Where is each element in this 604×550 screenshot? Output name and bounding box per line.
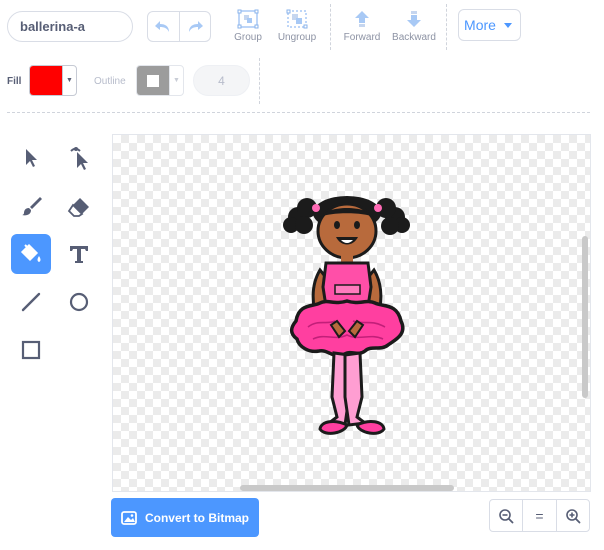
convert-to-bitmap-label: Convert to Bitmap [144, 510, 249, 525]
eraser-tool[interactable] [59, 186, 99, 226]
outline-label: Outline [94, 76, 126, 87]
fill-bucket-icon [20, 243, 41, 262]
toolbar-divider [446, 4, 447, 50]
rectangle-tool[interactable] [11, 330, 51, 370]
fill-color-swatch [30, 66, 63, 95]
brush-tool[interactable] [11, 186, 51, 226]
zoom-out-button[interactable] [490, 500, 522, 531]
costume-name-input[interactable] [7, 11, 133, 42]
redo-button[interactable] [178, 12, 211, 41]
outline-color-picker[interactable]: ▼ [136, 65, 184, 96]
circle-tool[interactable] [59, 282, 99, 322]
paint-canvas[interactable] [112, 134, 591, 492]
convert-to-bitmap-button[interactable]: Convert to Bitmap [111, 498, 259, 537]
zoom-in-icon [566, 508, 581, 523]
ungroup-button[interactable]: Ungroup [276, 9, 318, 43]
outline-dropdown-icon: ▼ [173, 77, 180, 84]
zoom-reset-button[interactable]: = [522, 500, 555, 531]
group-button[interactable]: Group [230, 9, 266, 43]
ballerina-costume [283, 196, 410, 435]
reshape-icon [70, 147, 88, 170]
zoom-controls: = [489, 499, 590, 532]
zoom-reset-label: = [535, 507, 544, 524]
more-button[interactable]: More [458, 9, 521, 41]
backward-label: Backward [392, 32, 436, 43]
more-label: More [464, 17, 496, 33]
undo-icon [155, 20, 170, 32]
line-icon [21, 292, 41, 312]
group-label: Group [234, 32, 262, 43]
brush-icon [22, 197, 42, 216]
undo-redo-group [147, 11, 211, 42]
redo-icon [188, 20, 203, 32]
canvas-vertical-scrollbar[interactable] [582, 236, 588, 398]
toolbar-divider [259, 58, 260, 104]
ungroup-label: Ungroup [277, 32, 317, 43]
fill-color-picker[interactable]: ▼ [29, 65, 77, 96]
rectangle-icon [21, 340, 41, 360]
forward-button[interactable]: Forward [343, 9, 381, 43]
zoom-in-button[interactable] [555, 500, 589, 531]
line-tool[interactable] [11, 282, 51, 322]
backward-button[interactable]: Backward [391, 9, 437, 43]
zoom-out-icon [499, 508, 514, 523]
group-icon [237, 9, 259, 29]
reshape-tool[interactable] [59, 138, 99, 178]
eraser-icon [67, 198, 89, 217]
outline-width-input[interactable] [193, 65, 250, 96]
forward-label: Forward [343, 32, 381, 43]
backward-arrow-icon [407, 11, 421, 27]
outline-color-swatch [137, 66, 170, 95]
fill-dropdown-icon: ▼ [66, 77, 73, 84]
circle-icon [69, 292, 89, 312]
forward-arrow-icon [355, 11, 369, 27]
select-tool[interactable] [11, 138, 51, 178]
canvas-horizontal-scrollbar[interactable] [240, 485, 454, 491]
text-icon [70, 246, 88, 263]
toolbar-divider [330, 4, 331, 50]
text-tool[interactable] [59, 234, 99, 274]
undo-button[interactable] [148, 12, 179, 41]
fill-label: Fill [7, 76, 22, 87]
ungroup-icon [286, 9, 308, 29]
bitmap-image-icon [121, 510, 137, 525]
select-arrow-icon [26, 149, 37, 167]
toolbar-separator [7, 112, 590, 113]
fill-tool[interactable] [11, 234, 51, 274]
caret-down-icon [503, 23, 512, 28]
